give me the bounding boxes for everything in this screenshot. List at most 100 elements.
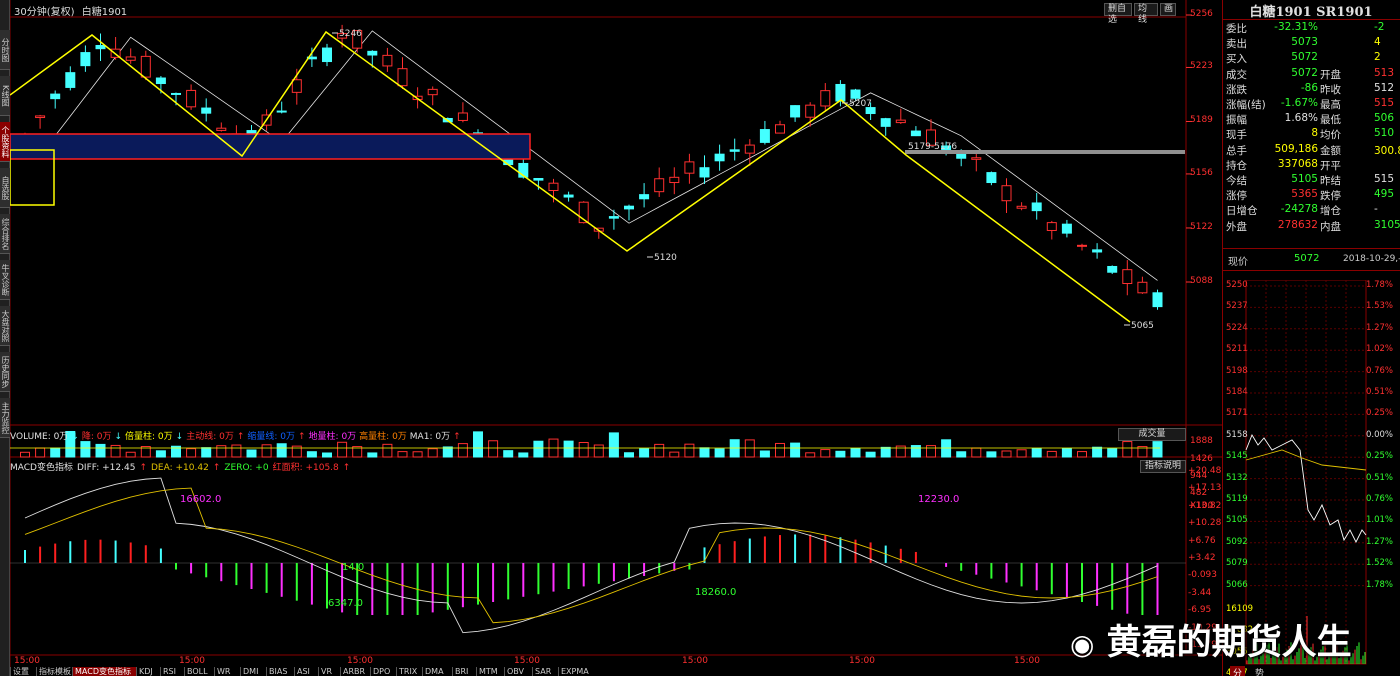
quote-label: 持仓 xyxy=(1226,159,1247,172)
quote-label: 均价 xyxy=(1320,129,1341,142)
macd-header-item: ↑ xyxy=(212,463,221,473)
indicator-tab-18[interactable]: SAR xyxy=(532,667,558,676)
time-axis-label: 15:00 xyxy=(179,656,205,666)
volume-header-item: MA1: 0万 xyxy=(409,432,451,442)
quote-row: 涨跌 -86 昨收 512 xyxy=(1222,81,1400,96)
time-axis-label: 15:00 xyxy=(514,656,540,666)
candle xyxy=(986,172,997,184)
indicator-tab-6[interactable]: WR xyxy=(214,667,240,676)
indicator-tab-0[interactable]: 设置 xyxy=(10,667,36,676)
quote-label: 最高 xyxy=(1320,99,1341,111)
price-axis-label: 5122 xyxy=(1190,221,1213,232)
zig-label: 5065 xyxy=(1131,321,1154,331)
left-tab-2[interactable]: 个股资料 xyxy=(0,122,10,162)
mini-left-label: 5224 xyxy=(1226,322,1248,333)
left-tab-6[interactable]: 大盘对照 xyxy=(0,306,10,346)
quote-label: 涨幅(结) xyxy=(1226,99,1266,111)
now-date: 2018-10-29,- xyxy=(1343,254,1400,264)
mini-right-label: 0.51% xyxy=(1366,472,1394,483)
quote-value: 515 xyxy=(1374,173,1395,185)
mini-left-label: 5119 xyxy=(1226,494,1248,504)
mini-right-label: 1.01% xyxy=(1366,515,1394,526)
quote-row: 涨停 5365 跌停 495 xyxy=(1222,187,1400,202)
macd-header-item: ↑ xyxy=(139,463,147,473)
indicator-tab-1[interactable]: 指标模板 xyxy=(36,667,72,676)
left-tab-7[interactable]: 历史同步 xyxy=(0,352,10,392)
volume-bar xyxy=(125,451,136,458)
quote-value: 278632 xyxy=(1277,218,1318,231)
volume-bar xyxy=(306,451,317,458)
macd-axis-label: +10.28 xyxy=(1188,518,1222,529)
indicator-tab-13[interactable]: TRIX xyxy=(396,667,422,676)
mini-right-label: 0.00% xyxy=(1366,429,1394,440)
macd-axis-label: +6.76 xyxy=(1188,535,1216,546)
left-tab-5[interactable]: 牛叉诊断 xyxy=(0,260,10,300)
quote-value: 5072 xyxy=(1291,51,1318,64)
indicator-tab-14[interactable]: DMA xyxy=(422,667,452,676)
volume-header-item: ↓ xyxy=(71,432,79,442)
indicator-tab-5[interactable]: BOLL xyxy=(184,667,214,676)
volume-bar xyxy=(1107,448,1118,458)
candle xyxy=(322,47,332,63)
indicator-help-button[interactable]: 指标说明 xyxy=(1140,460,1186,473)
indicator-tab-17[interactable]: OBV xyxy=(504,667,532,676)
quote-divider xyxy=(1222,270,1400,271)
candle xyxy=(1016,205,1027,209)
left-tab-8[interactable]: 主力监控 xyxy=(0,398,10,438)
left-tab-4[interactable]: 综合排名 xyxy=(0,214,10,254)
volume-bar xyxy=(1016,449,1027,458)
quote-value: -1.67% xyxy=(1280,97,1318,109)
macd-area-label: 16602.0 xyxy=(180,494,221,505)
left-tab-1[interactable]: K线图 xyxy=(0,76,10,116)
volume-bar xyxy=(231,444,242,458)
quote-label: 日增仓 xyxy=(1226,205,1258,218)
volume-bar xyxy=(397,451,408,458)
volume-bar xyxy=(759,450,770,458)
price-axis-label: 5189 xyxy=(1190,115,1213,126)
candle xyxy=(291,79,302,93)
candle xyxy=(684,161,695,174)
period-label[interactable]: 30分钟(复权) xyxy=(14,7,75,18)
dea-line xyxy=(24,487,1158,624)
draw-tool-button[interactable]: 画 xyxy=(1160,3,1176,16)
candle xyxy=(50,93,61,100)
time-axis-label: 15:00 xyxy=(347,656,373,666)
indicator-tab-2[interactable]: MACD变色指标 xyxy=(72,667,136,676)
candle xyxy=(850,89,861,99)
left-tab-0[interactable]: 分时图 xyxy=(0,30,10,70)
candle xyxy=(910,130,921,137)
indicator-tab-3[interactable]: KDJ xyxy=(136,667,160,676)
indicator-tab-10[interactable]: VR xyxy=(318,667,340,676)
indicator-tab-11[interactable]: ARBR xyxy=(340,667,370,676)
volume-bar xyxy=(473,431,483,458)
volume-bar xyxy=(714,448,725,458)
candle xyxy=(729,149,740,152)
volume-header-item: 主动线: 0万 xyxy=(186,432,234,442)
volume-header-item: ↓ xyxy=(114,432,123,442)
volume-indicator-button[interactable]: 成交量 xyxy=(1118,428,1186,441)
ma-toggle-button[interactable]: 均线 xyxy=(1134,3,1158,25)
volume-bar xyxy=(503,450,514,458)
candle xyxy=(65,72,76,88)
quote-value: 31055 xyxy=(1374,218,1400,231)
volume-bar xyxy=(593,444,604,458)
indicator-tab-9[interactable]: ASI xyxy=(294,667,318,676)
volume-axis-label: 1888 xyxy=(1190,436,1213,446)
indicator-tab-15[interactable]: BRI xyxy=(452,667,476,676)
indicator-tab-4[interactable]: RSI xyxy=(160,667,184,676)
quote-label: 金额 xyxy=(1320,144,1341,157)
quote-label: 外盘 xyxy=(1226,220,1247,233)
left-tab-3[interactable]: 自选股 xyxy=(0,168,10,208)
volume-header-item: ↑ xyxy=(298,432,306,442)
indicator-tab-16[interactable]: MTM xyxy=(476,667,504,676)
candle xyxy=(1077,244,1087,247)
indicator-tab-7[interactable]: DMI xyxy=(240,667,266,676)
indicator-tab-12[interactable]: DPO xyxy=(370,667,396,676)
quote-row: 卖出 5073 4 xyxy=(1222,35,1400,50)
watermark: ◉ 黄磊的期货人生 xyxy=(1070,618,1400,668)
indicator-tab-19[interactable]: EXPMA xyxy=(558,667,590,676)
volume-bar xyxy=(563,440,574,458)
mini-left-label: 16109 xyxy=(1226,604,1254,614)
indicator-tab-8[interactable]: BIAS xyxy=(266,667,294,676)
remove-favorite-button[interactable]: 删自选 xyxy=(1104,3,1132,25)
